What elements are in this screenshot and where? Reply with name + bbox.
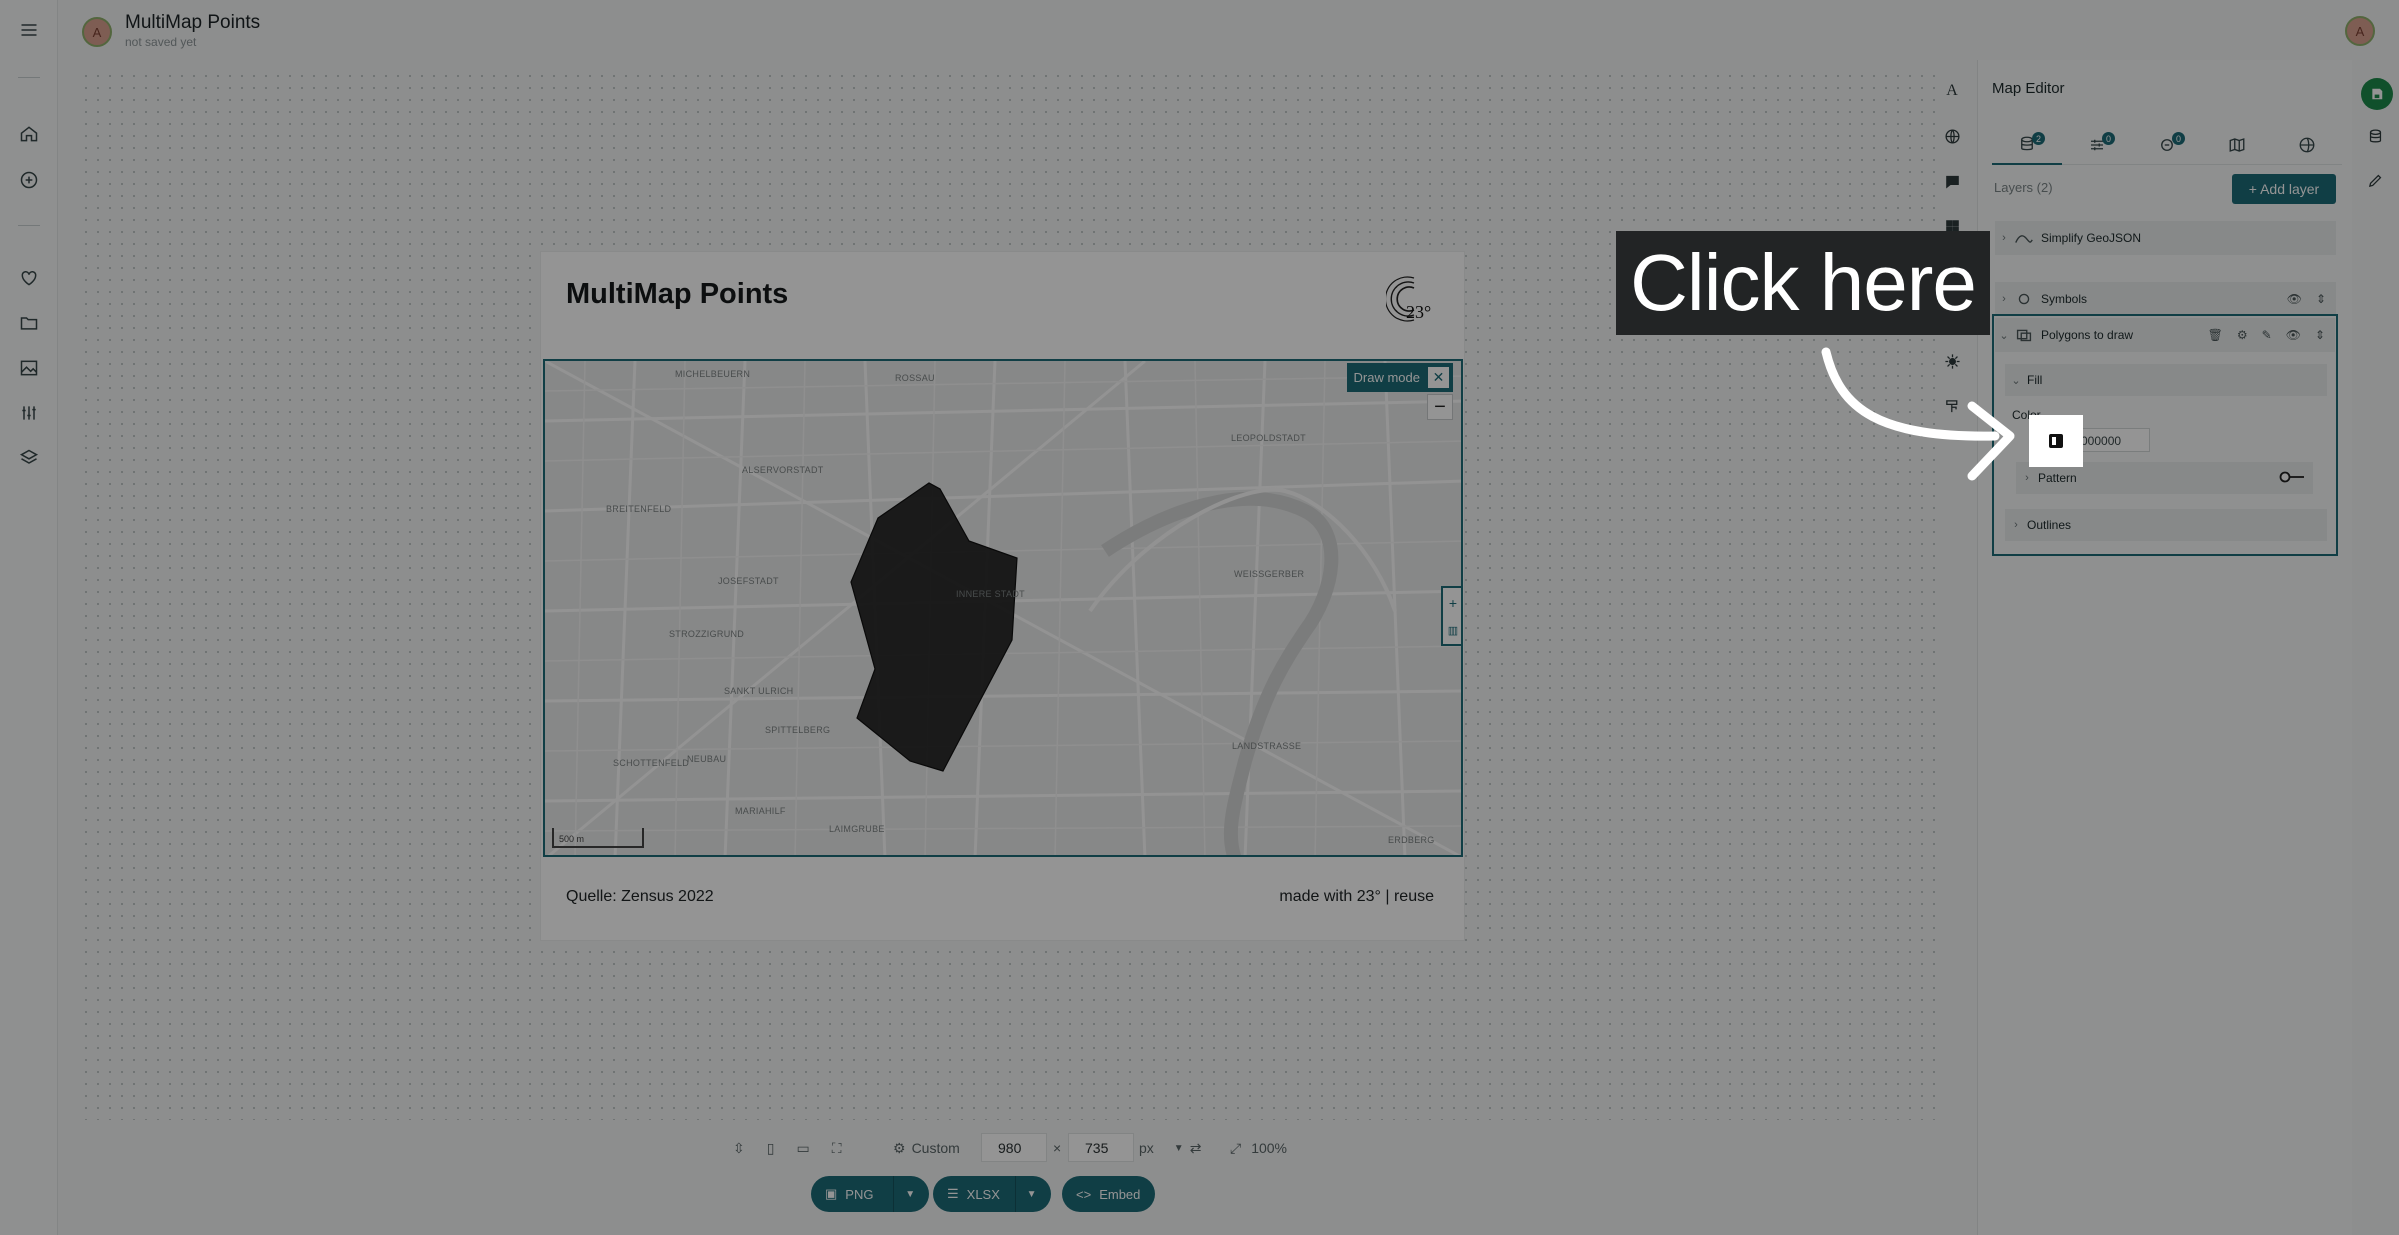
color-swatch-icon: [2049, 434, 2063, 448]
callout-arrow-icon: [1821, 347, 2015, 481]
click-here-callout: Click here: [1616, 231, 1990, 335]
tutorial-dim-overlay: [0, 0, 2399, 1235]
